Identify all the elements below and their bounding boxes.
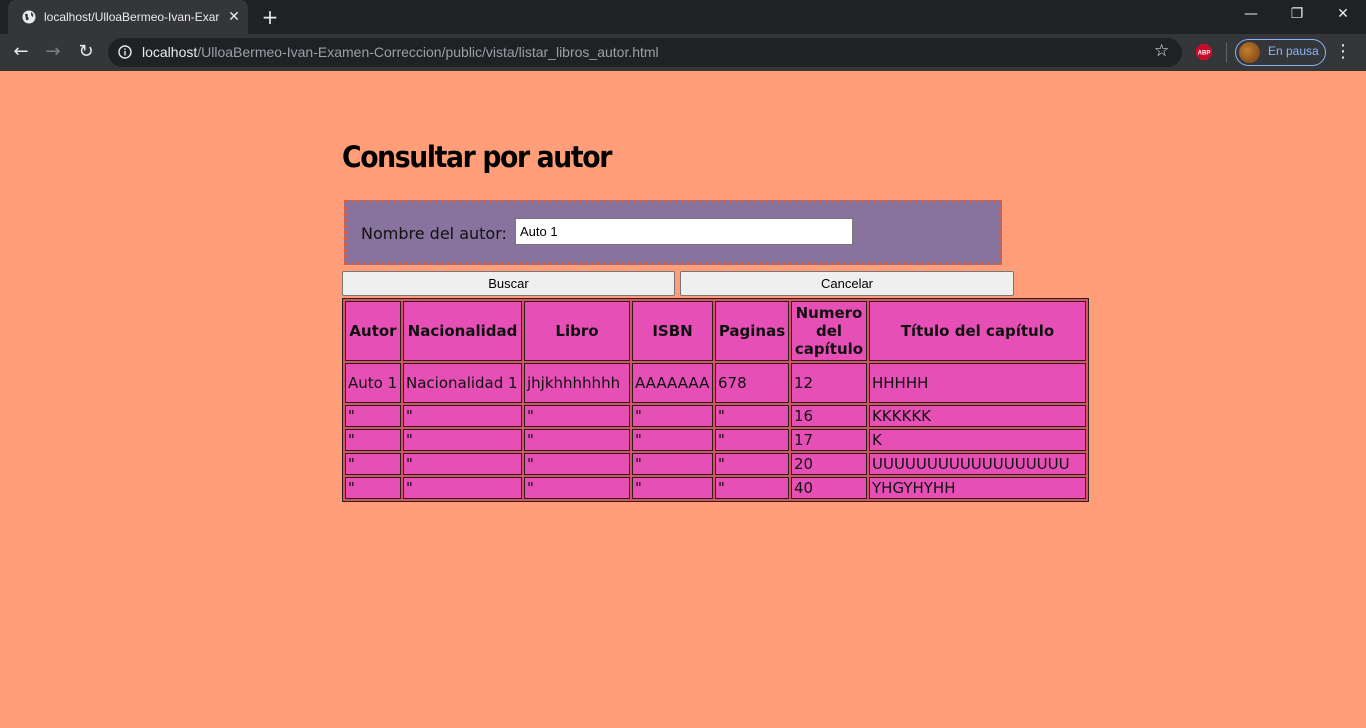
window-close-icon[interactable]: ✕ <box>1320 0 1366 30</box>
table-cell: " <box>715 477 789 499</box>
profile-button[interactable]: En pausa <box>1235 39 1326 66</box>
url-host: localhost <box>142 44 198 60</box>
page-title: Consultar por autor <box>342 140 612 174</box>
bookmark-star-icon[interactable]: ☆ <box>1154 41 1169 61</box>
minimize-icon[interactable]: — <box>1228 0 1274 30</box>
new-tab-button[interactable]: + <box>258 5 282 29</box>
reload-icon[interactable]: ↻ <box>74 40 98 64</box>
cancel-button[interactable]: Cancelar <box>680 271 1014 296</box>
adblock-plus-icon[interactable]: ABP <box>1196 44 1212 60</box>
table-cell: Auto 1 <box>345 363 401 403</box>
table-cell: " <box>403 453 522 475</box>
back-arrow-icon[interactable]: ← <box>9 40 33 64</box>
table-cell: " <box>403 429 522 451</box>
table-cell: " <box>403 477 522 499</box>
table-cell: " <box>345 429 401 451</box>
table-cell: " <box>632 453 713 475</box>
browser-tab-bar: localhost/UlloaBermeo-Ivan-Exar ✕ + — ❐ … <box>0 0 1366 34</box>
column-header-chapter-number: Numero del capítulo <box>791 301 867 361</box>
table-cell: 678 <box>715 363 789 403</box>
table-cell: " <box>524 405 630 427</box>
results-table: Autor Nacionalidad Libro ISBN Paginas Nu… <box>342 298 1089 502</box>
table-header-row: Autor Nacionalidad Libro ISBN Paginas Nu… <box>345 301 1086 361</box>
browser-toolbar: ← → ↻ localhost/UlloaBermeo-Ivan-Examen-… <box>0 34 1366 71</box>
table-row: Auto 1 Nacionalidad 1 jhjkhhhhhhh AAAAAA… <box>345 363 1086 403</box>
column-header-pages: Paginas <box>715 301 789 361</box>
avatar <box>1239 42 1260 63</box>
table-cell: KKKKKK <box>869 405 1086 427</box>
table-cell: YHGYHYHH <box>869 477 1086 499</box>
browser-tab[interactable]: localhost/UlloaBermeo-Ivan-Exar ✕ <box>8 0 248 34</box>
close-tab-icon[interactable]: ✕ <box>226 8 242 24</box>
tab-title: localhost/UlloaBermeo-Ivan-Exar <box>44 10 220 24</box>
table-cell: HHHHH <box>869 363 1086 403</box>
table-cell: 20 <box>791 453 867 475</box>
column-header-author: Autor <box>345 301 401 361</box>
column-header-nationality: Nacionalidad <box>403 301 522 361</box>
profile-status: En pausa <box>1268 44 1319 58</box>
table-cell: Nacionalidad 1 <box>403 363 522 403</box>
adblock-label: ABP <box>1198 51 1211 57</box>
table-cell: 16 <box>791 405 867 427</box>
table-cell: " <box>632 405 713 427</box>
toolbar-divider <box>1226 43 1227 63</box>
table-cell: UUUUUUUUUUUUUUUUUU <box>869 453 1086 475</box>
table-cell: " <box>524 429 630 451</box>
table-cell: " <box>524 453 630 475</box>
author-input[interactable] <box>515 218 853 245</box>
address-bar[interactable]: localhost/UlloaBermeo-Ivan-Examen-Correc… <box>108 38 1182 67</box>
table-cell: " <box>524 477 630 499</box>
table-cell: " <box>345 405 401 427</box>
column-header-chapter-title: Título del capítulo <box>869 301 1086 361</box>
table-cell: 12 <box>791 363 867 403</box>
table-cell: " <box>345 453 401 475</box>
table-cell: " <box>715 453 789 475</box>
table-row: " " " " " 17 K <box>345 429 1086 451</box>
url-path: /UlloaBermeo-Ivan-Examen-Correccion/publ… <box>197 44 659 60</box>
table-cell: " <box>715 429 789 451</box>
column-header-isbn: ISBN <box>632 301 713 361</box>
globe-icon <box>22 10 36 24</box>
table-cell: " <box>345 477 401 499</box>
table-cell: " <box>715 405 789 427</box>
table-cell: K <box>869 429 1086 451</box>
table-cell: " <box>632 477 713 499</box>
table-cell: 17 <box>791 429 867 451</box>
url-text[interactable]: localhost/UlloaBermeo-Ivan-Examen-Correc… <box>142 44 659 60</box>
table-row: " " " " " 20 UUUUUUUUUUUUUUUUUU <box>345 453 1086 475</box>
search-button[interactable]: Buscar <box>342 271 675 296</box>
forward-arrow-icon[interactable]: → <box>41 40 65 64</box>
table-row: " " " " " 40 YHGYHYHH <box>345 477 1086 499</box>
table-cell: AAAAAAA <box>632 363 713 403</box>
restore-icon[interactable]: ❐ <box>1274 0 1320 30</box>
column-header-book: Libro <box>524 301 630 361</box>
table-cell: 40 <box>791 477 867 499</box>
table-cell: jhjkhhhhhhh <box>524 363 630 403</box>
author-label: Nombre del autor: <box>361 224 507 243</box>
info-icon[interactable] <box>118 45 132 59</box>
table-cell: " <box>632 429 713 451</box>
table-row: " " " " " 16 KKKKKK <box>345 405 1086 427</box>
browser-menu-icon[interactable]: ⋮ <box>1334 40 1352 64</box>
table-cell: " <box>403 405 522 427</box>
author-search-form: Nombre del autor: <box>344 200 1002 265</box>
